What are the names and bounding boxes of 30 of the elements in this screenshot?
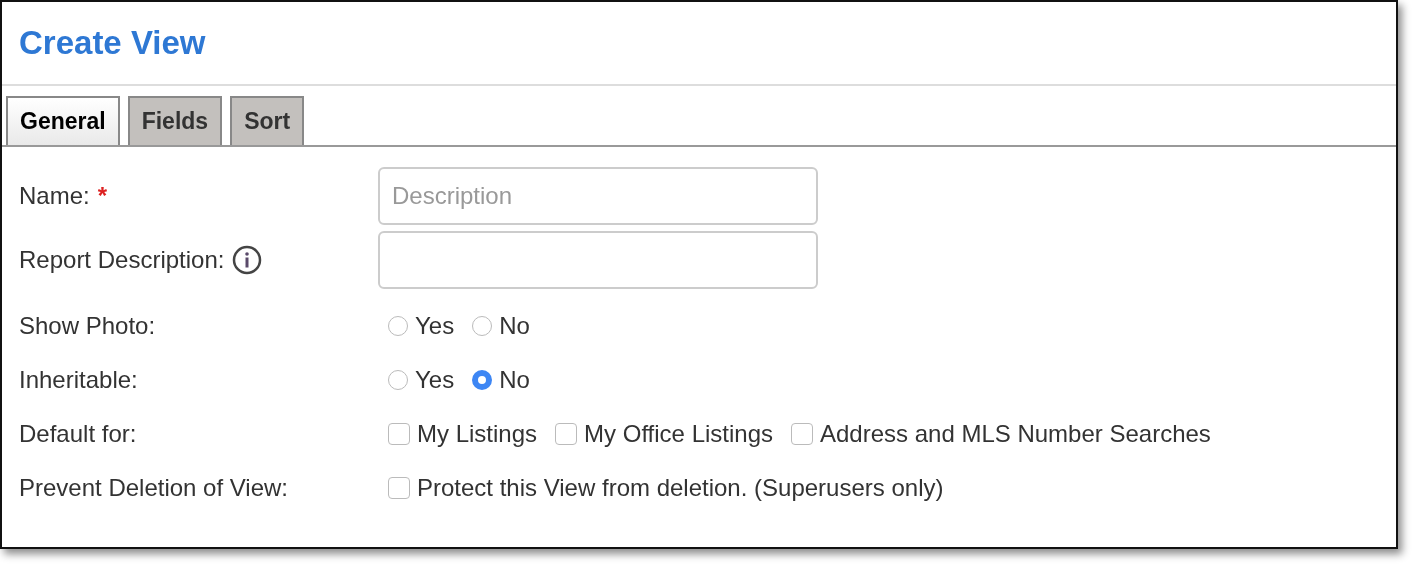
field-label: Show Photo: (19, 312, 156, 340)
tab[interactable]: Sort (230, 96, 305, 145)
tab[interactable]: Fields (127, 96, 223, 145)
field-label: Default for: (19, 420, 137, 448)
radio-button[interactable] (388, 316, 408, 336)
field-label: Report Description: (19, 246, 225, 274)
text-field[interactable]: Description (378, 167, 818, 225)
option-label: Yes (415, 312, 455, 340)
option-label: Address and MLS Number Searches (820, 420, 1211, 448)
info-icon[interactable] (232, 245, 263, 275)
option-label: Protect this View from deletion. (Superusers only) (417, 474, 944, 502)
checkbox[interactable] (388, 423, 410, 445)
option-label: No (499, 312, 530, 340)
option-label: Yes (415, 366, 455, 394)
option-label: My Listings (417, 420, 538, 448)
required-mark: * (97, 182, 108, 210)
radio-button[interactable] (472, 316, 493, 336)
tab[interactable]: General (6, 96, 120, 145)
field-label: Name: (19, 182, 90, 210)
text-field[interactable] (378, 231, 818, 289)
option-label: No (499, 366, 530, 394)
checkbox[interactable] (388, 477, 410, 499)
radio-button[interactable] (388, 370, 408, 390)
option-label: My Office Listings (584, 420, 773, 448)
field-label: Prevent Deletion of View: (19, 474, 289, 502)
radio-button[interactable] (472, 370, 493, 390)
checkbox[interactable] (555, 423, 578, 445)
checkbox[interactable] (791, 423, 813, 445)
window-title: Create View (19, 24, 206, 62)
field-label: Inheritable: (19, 366, 138, 394)
